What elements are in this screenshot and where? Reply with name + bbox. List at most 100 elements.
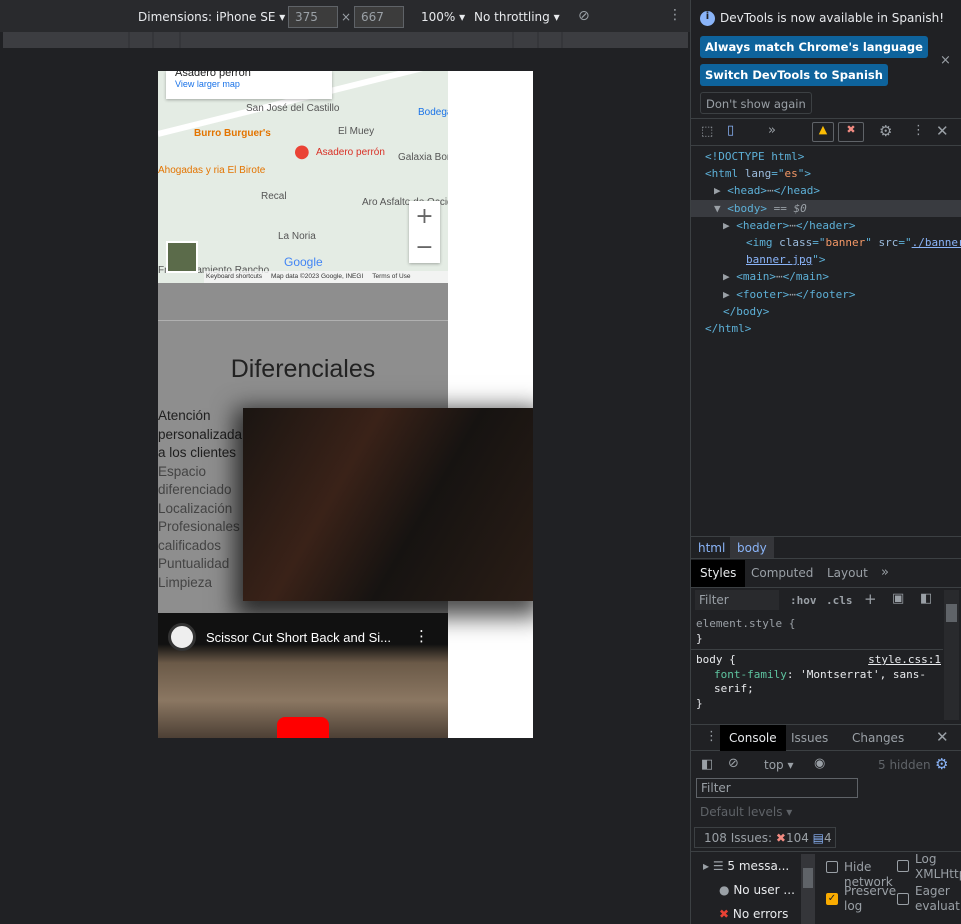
height-input[interactable]: 667	[354, 6, 404, 28]
close-drawer-icon[interactable]: ✕	[936, 728, 949, 746]
map-label: El Muey	[338, 126, 375, 137]
terms-link[interactable]: Terms of Use	[372, 271, 410, 283]
paint-icon[interactable]: ▣	[892, 591, 904, 606]
throttling-select[interactable]: No throttling ▾	[474, 10, 560, 24]
dom-node[interactable]: ▶ <footer>⋯</footer>	[691, 286, 961, 303]
rotate-icon[interactable]: ⊘	[578, 8, 590, 24]
dom-node[interactable]: ▶ <main>⋯</main>	[691, 268, 961, 285]
issues-button[interactable]: 108 Issues: ✖104 ▤4	[694, 827, 836, 848]
tab-styles[interactable]: Styles	[691, 560, 746, 587]
tab-computed[interactable]: Computed	[742, 560, 822, 586]
log-levels-value: Default levels	[700, 805, 783, 819]
sidebar-item-messages[interactable]: ▸ ☰ 5 messa...	[703, 859, 789, 873]
hidden-count: 5 hidden	[878, 758, 931, 772]
sidebar-item-user[interactable]: ● No user ...	[719, 883, 795, 897]
styles-scrollbar[interactable]	[944, 590, 959, 720]
drawer-menu-icon[interactable]: ⋮	[705, 729, 718, 744]
info-icon: ▤	[812, 831, 825, 845]
dom-node[interactable]: <html lang="es">	[691, 165, 961, 182]
always-match-language-button[interactable]: Always match Chrome's language	[700, 36, 928, 58]
width-input[interactable]: 375	[288, 6, 338, 28]
video-menu-icon[interactable]: ⋮	[414, 627, 429, 645]
media-query-bar[interactable]	[3, 32, 688, 48]
map-footer: Keyboard shortcuts Map data ©2023 Google…	[204, 271, 448, 283]
more-tabs-icon[interactable]: »	[881, 565, 889, 580]
video-title[interactable]: Scissor Cut Short Back and Si...	[206, 630, 391, 645]
dom-node[interactable]: <img class="banner" src="./banner/	[691, 234, 961, 251]
warning-icon[interactable]: ▲	[812, 122, 834, 142]
channel-avatar[interactable]	[168, 623, 196, 651]
error-icon[interactable]: ✖	[838, 122, 864, 142]
breadcrumb-body[interactable]: body	[730, 537, 774, 558]
sidebar-scrollbar[interactable]	[801, 854, 815, 924]
switch-to-spanish-button[interactable]: Switch DevTools to Spanish	[700, 64, 888, 86]
dom-node[interactable]: ▶ <header>⋯</header>	[691, 217, 961, 234]
features-list: Atención personalizada a los clientes Es…	[158, 407, 243, 592]
option-label: Preserve log	[844, 884, 897, 913]
feature-item: Limpieza	[158, 574, 213, 590]
element-style-selector: element.style {	[696, 617, 796, 630]
zoom-select[interactable]: 100% ▾	[421, 10, 465, 24]
tab-layout[interactable]: Layout	[818, 560, 877, 586]
console-sidebar-icon[interactable]: ◧	[701, 757, 713, 772]
more-panels-icon[interactable]: »	[768, 123, 776, 138]
dont-show-again-button[interactable]: Don't show again	[700, 92, 812, 114]
device-dimensions-select[interactable]: Dimensions: iPhone SE ▾	[138, 10, 285, 24]
inspect-element-icon[interactable]: ⬚	[701, 124, 713, 139]
devtools-panel: i DevTools is now available in Spanish! …	[690, 0, 961, 924]
console-filter-input[interactable]: Filter	[696, 778, 858, 798]
eager-evaluation-checkbox[interactable]: Eager evaluatio	[897, 884, 961, 914]
keyboard-shortcuts-link[interactable]: Keyboard shortcuts	[206, 271, 262, 283]
tab-changes[interactable]: Changes	[843, 725, 913, 751]
dom-node[interactable]: <!DOCTYPE html>	[691, 148, 961, 165]
rule-selector: body {	[696, 653, 736, 666]
zoom-in-button[interactable]: +	[409, 201, 440, 232]
youtube-embed[interactable]: Scissor Cut Short Back and Si... ⋮	[158, 613, 448, 738]
dom-node[interactable]: </html>	[691, 320, 961, 337]
hov-toggle[interactable]: :hov	[790, 594, 817, 607]
customize-menu-icon[interactable]: ⋮	[912, 123, 925, 138]
settings-icon[interactable]: ⚙	[879, 122, 892, 140]
map-pin-icon[interactable]: ●	[294, 141, 310, 162]
google-logo[interactable]: Google	[284, 255, 323, 269]
play-button-icon[interactable]	[277, 717, 329, 738]
feature-item: Puntualidad	[158, 556, 230, 571]
breadcrumb-html[interactable]: html	[698, 541, 725, 555]
dom-node[interactable]: </body>	[691, 303, 961, 320]
dom-node[interactable]: ▶ <head>⋯</head>	[691, 182, 961, 199]
console-settings-icon[interactable]: ⚙	[935, 755, 948, 773]
google-map[interactable]: Asadero perrón View larger map San José …	[158, 71, 448, 283]
preserve-log-checkbox[interactable]: ✓ Preserve log	[826, 884, 897, 914]
rule-source-link[interactable]: style.css:1	[868, 653, 941, 668]
zoom-controls: + −	[409, 201, 440, 263]
log-levels-select[interactable]: Default levels ▾	[700, 805, 792, 819]
context-select[interactable]: top ▾	[764, 758, 794, 772]
new-rule-icon[interactable]: +	[864, 590, 877, 608]
tab-console[interactable]: Console	[720, 725, 786, 751]
dom-node[interactable]: ▼ <body> == $0	[691, 199, 961, 217]
cls-toggle[interactable]: .cls	[826, 594, 853, 607]
dom-node[interactable]: banner.jpg">	[691, 251, 961, 268]
clear-console-icon[interactable]: ⊘	[728, 756, 739, 771]
live-expression-icon[interactable]: ◉	[814, 756, 825, 771]
sidebar-item-errors[interactable]: ✖ No errors	[719, 907, 788, 921]
close-notice-icon[interactable]: ×	[940, 53, 951, 68]
styles-filter-input[interactable]: Filter	[695, 590, 779, 610]
info-count: 4	[824, 831, 832, 845]
device-toggle-icon[interactable]: ▯	[727, 123, 734, 138]
view-larger-map-link[interactable]: View larger map	[175, 79, 323, 89]
close-devtools-icon[interactable]: ✕	[936, 122, 949, 140]
css-property[interactable]: font-family	[714, 668, 787, 681]
info-icon: i	[700, 11, 715, 26]
log-xmlhttp-checkbox[interactable]: Log XMLHttp	[897, 852, 961, 882]
more-options-icon[interactable]: ⋮	[668, 7, 682, 23]
console-options: Hide network Log XMLHttp ✓Preserve log E…	[824, 852, 961, 924]
body-rule[interactable]: body {style.css:1 font-family: 'Montserr…	[696, 653, 941, 711]
barber-image	[243, 408, 533, 601]
satellite-toggle[interactable]	[166, 241, 198, 273]
toggle-sidebar-icon[interactable]: ◧	[920, 591, 932, 606]
zoom-out-button[interactable]: −	[409, 232, 440, 263]
element-style-rule[interactable]: element.style { }	[696, 616, 795, 646]
tab-issues[interactable]: Issues	[782, 725, 837, 751]
place-name: Asadero perrón	[175, 71, 251, 79]
